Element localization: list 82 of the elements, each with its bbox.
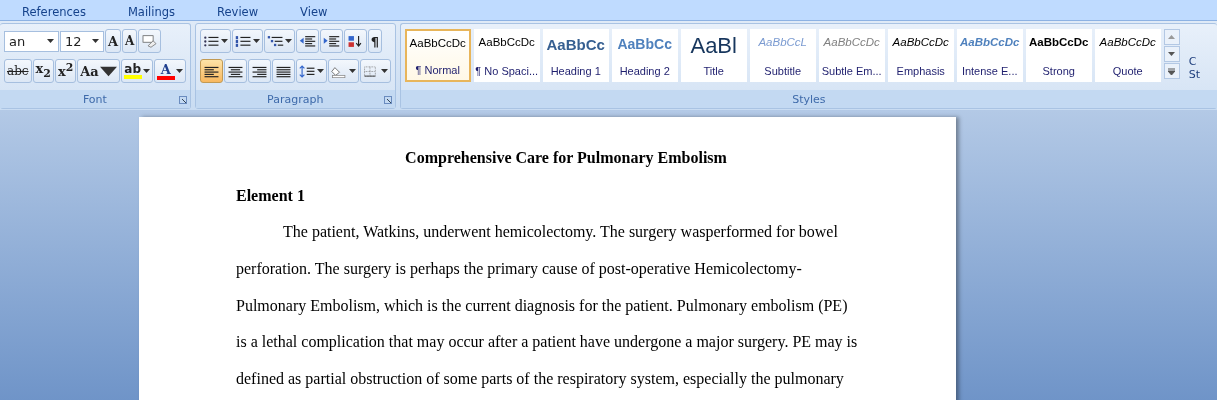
shrink-font-button[interactable]: A [122, 29, 138, 53]
paragraph-line: perforation. The surgery is perhaps the primary cause of post-operative Hemicolectomy- [236, 258, 802, 280]
paragraph-line: Pulmonary Embolism, which is the current diagnosis for the patient. Pulmonary embolism (PE) [236, 295, 848, 317]
highlight-button[interactable]: ab [120, 59, 153, 83]
dropdown-caret-icon [220, 39, 228, 43]
group-label: Font [82, 92, 107, 106]
change-case-button[interactable]: Aa [77, 59, 120, 83]
ribbon-tab[interactable]: Review [217, 0, 272, 20]
style-item[interactable]: AaBl Title [680, 29, 747, 82]
strikethrough-button[interactable]: abc [4, 59, 32, 83]
more-button[interactable] [1163, 63, 1180, 79]
paragraph-line: is a lethal complication that may occur after a patient have undergone a major surgery. PE may is [236, 332, 858, 353]
multilevel-list-button[interactable] [263, 29, 295, 53]
bullets-button[interactable] [199, 29, 231, 53]
show-formatting-button[interactable]: ¶ [367, 29, 382, 53]
increase-indent-button[interactable] [319, 29, 343, 53]
eraser-icon [141, 34, 159, 48]
align-left-button[interactable] [199, 59, 223, 83]
numbering-button[interactable] [231, 29, 263, 53]
style-item[interactable]: AaBbCcDc Strong [1025, 29, 1092, 82]
line-spacing-button[interactable] [295, 59, 327, 83]
font-size-field[interactable]: 12 [60, 30, 104, 52]
scroll-down-button[interactable] [1163, 46, 1180, 62]
style-item[interactable]: AaBbCcDc ¶ Normal [404, 29, 471, 82]
style-item[interactable]: AaBbCcDc ¶ No Spaci... [473, 29, 540, 82]
clear-formatting-button[interactable] [138, 29, 162, 53]
paint-bucket-icon [330, 64, 348, 78]
align-center-icon [226, 64, 244, 78]
up-arrow-icon [1168, 35, 1176, 39]
ribbon-tab[interactable]: References [22, 0, 99, 20]
borders-button[interactable] [359, 59, 391, 83]
style-item[interactable]: AaBbCcDc Intense E... [956, 29, 1023, 82]
style-item[interactable]: AaBbCc Heading 1 [542, 29, 609, 82]
section-heading: Element 1 [236, 186, 306, 206]
style-item[interactable]: AaBbCc Heading 2 [611, 29, 678, 82]
align-left-icon [202, 64, 220, 78]
dropdown-caret-icon [47, 39, 54, 43]
dialog-launcher-icon[interactable] [178, 96, 187, 104]
increase-indent-icon [322, 34, 340, 48]
paragraph-line: defined as partial obstruction of some parts of the respiratory system, especially the pulmonary [236, 369, 844, 390]
decrease-indent-icon [298, 34, 316, 48]
dialog-launcher-icon[interactable] [383, 96, 392, 104]
shading-button[interactable] [327, 59, 359, 83]
font-name-field[interactable]: an [4, 30, 59, 52]
paragraph-line: The patient, Watkins, underwent hemicolectomy. The surgery wasperformed for bowel [283, 222, 838, 243]
align-right-button[interactable] [247, 59, 271, 83]
more-arrow-icon [1168, 67, 1176, 75]
font-color-button[interactable]: A [153, 59, 186, 83]
numbered-list-icon [234, 34, 252, 48]
dropdown-caret-icon [316, 69, 324, 73]
dropdown-caret-icon [99, 64, 117, 78]
dropdown-caret-icon [252, 39, 260, 43]
dropdown-caret-icon [348, 69, 356, 73]
justify-icon [274, 64, 292, 78]
ribbon-tab[interactable]: View [300, 0, 341, 20]
subscript-button[interactable]: x$_{2}$ [32, 59, 54, 83]
style-item[interactable]: AaBbCcDc Subtle Em... [818, 29, 885, 82]
dropdown-caret-icon [142, 69, 150, 73]
grow-font-button[interactable]: A [105, 29, 122, 53]
decrease-indent-button[interactable] [295, 29, 319, 53]
style-item[interactable]: AaBbCcDc Quote [1094, 29, 1161, 82]
style-item[interactable]: AaBbCcDc Emphasis [887, 29, 954, 82]
multilevel-list-icon [266, 34, 284, 48]
group-label: Paragraph [267, 92, 324, 106]
justify-button[interactable] [271, 59, 295, 83]
dropdown-caret-icon [175, 69, 183, 73]
center-button[interactable] [223, 59, 247, 83]
group-label: Styles [792, 92, 826, 106]
superscript-button[interactable]: x$^{2}$ [54, 59, 77, 83]
ribbon-tab[interactable]: Mailings [127, 0, 189, 20]
style-item[interactable]: AaBbCcL Subtitle [749, 29, 816, 82]
dropdown-caret-icon [284, 39, 292, 43]
down-arrow-icon [1168, 52, 1176, 56]
change-styles-button[interactable]: C St [1188, 29, 1200, 90]
sort-button[interactable] [343, 29, 367, 53]
dropdown-caret-icon [92, 39, 99, 43]
sort-icon [346, 34, 364, 48]
document-title: Comprehensive Care for Pulmonary Embolism [404, 148, 728, 168]
dropdown-caret-icon [380, 69, 388, 73]
line-spacing-icon [298, 64, 316, 78]
bullet-list-icon [202, 34, 220, 48]
align-right-icon [250, 64, 268, 78]
